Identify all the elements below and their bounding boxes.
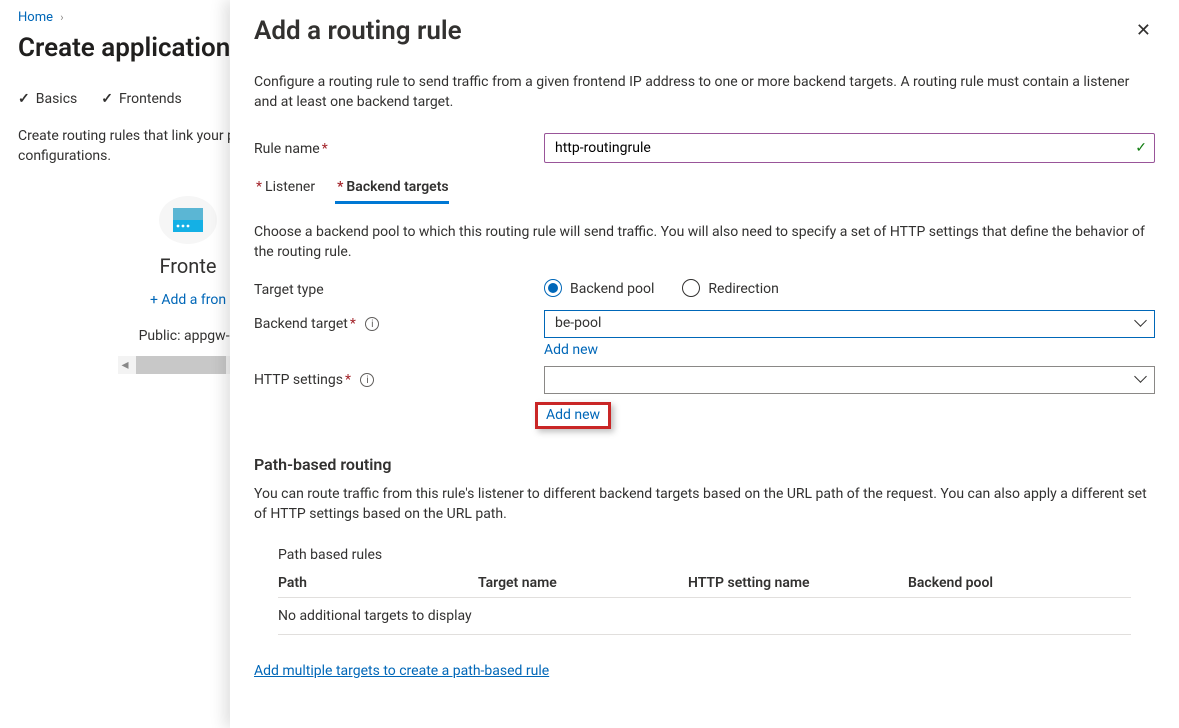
rule-name-label: Rule name* [254, 139, 544, 157]
frontends-icon-tile [159, 196, 217, 244]
add-multiple-targets-link[interactable]: Add multiple targets to create a path-ba… [254, 663, 549, 679]
radio-redirection[interactable]: Redirection [682, 280, 778, 298]
backend-target-select[interactable]: be-pool [544, 310, 1155, 338]
backend-tab-description: Choose a backend pool to which this rout… [254, 222, 1155, 263]
info-icon[interactable]: i [365, 317, 379, 331]
browser-icon [173, 208, 203, 232]
backend-target-add-new-link[interactable]: Add new [544, 342, 1155, 358]
info-icon[interactable]: i [360, 373, 374, 387]
path-rules-title: Path based rules [278, 547, 1131, 563]
valid-check-icon: ✓ [1135, 140, 1147, 156]
breadcrumb-home-link[interactable]: Home [18, 10, 53, 25]
routing-rule-panel: Add a routing rule ✕ Configure a routing… [230, 0, 1179, 728]
path-rules-table-header: Path Target name HTTP setting name Backe… [278, 575, 1131, 598]
http-settings-add-new-highlight: Add new [535, 402, 611, 429]
http-settings-select[interactable] [544, 366, 1155, 394]
path-based-routing-description: You can route traffic from this rule's l… [254, 484, 1155, 525]
col-target-name: Target name [478, 575, 688, 591]
chevron-down-icon [1136, 374, 1147, 385]
chevron-right-icon: › [60, 11, 63, 24]
radio-unchecked-icon [682, 279, 700, 297]
target-type-label: Target type [254, 280, 544, 298]
frontends-column: Fronte + Add a fron Public: appgw-p ◂ [18, 196, 258, 374]
scroll-left-icon[interactable]: ◂ [118, 358, 132, 372]
radio-label: Backend pool [570, 281, 654, 297]
http-settings-add-new-link[interactable]: Add new [546, 407, 600, 423]
step-frontends[interactable]: ✓ Frontends [101, 91, 181, 107]
backend-target-label: Backend target* i [254, 310, 544, 332]
panel-tabs: *Listener *Backend targets [254, 173, 1155, 204]
rule-name-input[interactable] [544, 133, 1155, 163]
required-asterisk: * [322, 141, 328, 157]
panel-description: Configure a routing rule to send traffic… [254, 72, 1155, 113]
step-basics[interactable]: ✓ Basics [18, 91, 77, 107]
tab-listener[interactable]: *Listener [254, 173, 315, 204]
http-settings-label: HTTP settings* i [254, 366, 544, 388]
step-label: Frontends [119, 91, 182, 107]
col-path: Path [278, 575, 478, 591]
step-label: Basics [36, 91, 78, 107]
radio-label: Redirection [708, 281, 778, 297]
close-icon[interactable]: ✕ [1132, 16, 1155, 45]
scrollbar-thumb[interactable] [136, 356, 226, 374]
radio-checked-icon [544, 279, 562, 297]
check-icon: ✓ [101, 91, 113, 107]
col-backend-pool: Backend pool [908, 575, 1108, 591]
col-http-setting-name: HTTP setting name [688, 575, 908, 591]
path-based-routing-heading: Path-based routing [254, 455, 1155, 474]
chevron-down-icon [1136, 318, 1147, 329]
path-rules-section: Path based rules Path Target name HTTP s… [278, 547, 1131, 635]
radio-backend-pool[interactable]: Backend pool [544, 280, 654, 298]
panel-title: Add a routing rule [254, 16, 462, 46]
no-targets-row: No additional targets to display [278, 598, 1131, 635]
check-icon: ✓ [18, 91, 30, 107]
tab-backend-targets[interactable]: *Backend targets [335, 173, 449, 204]
